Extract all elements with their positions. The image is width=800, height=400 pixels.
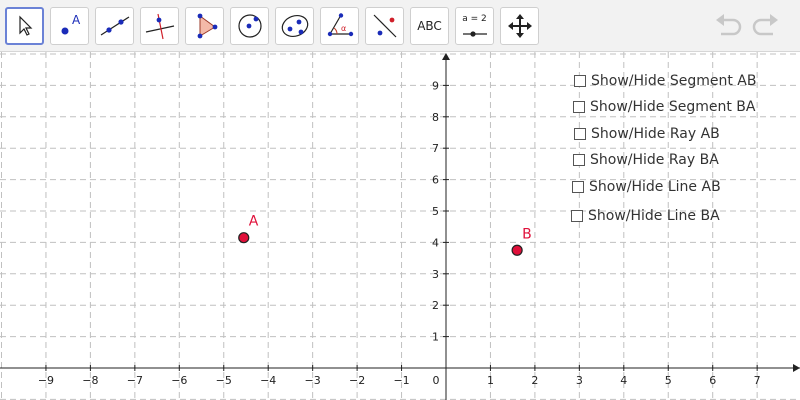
y-tick-label: 7 (432, 142, 439, 155)
point-b[interactable] (511, 244, 523, 256)
slider-icon (462, 31, 487, 37)
reflect-about-line-icon (373, 14, 396, 38)
polygon-tool-button[interactable] (185, 7, 224, 45)
x-tick-label: −5 (216, 374, 232, 387)
perpendicular-line-icon (145, 13, 174, 40)
point-label-a: A (249, 214, 259, 230)
x-axis-arrow (793, 364, 800, 372)
checkbox-label: Show/Hide Line BA (588, 208, 720, 224)
checkbox-row[interactable]: Show/Hide Segment AB (574, 71, 757, 91)
text-icon: ABC (417, 19, 442, 33)
y-tick-label: 3 (432, 268, 439, 281)
move-arrows-icon (507, 14, 532, 38)
checkbox[interactable] (571, 210, 583, 222)
perpendicular-line-tool-button[interactable] (140, 7, 179, 45)
undo-icon (716, 14, 742, 36)
points: AB (238, 214, 532, 256)
y-tick-label: 5 (432, 205, 439, 218)
reflect-tool-button[interactable] (365, 7, 404, 45)
checkbox-row[interactable]: Show/Hide Segment BA (573, 97, 756, 117)
checkbox-row[interactable]: Show/Hide Line AB (572, 177, 721, 197)
y-tick-label: 8 (432, 111, 439, 124)
angle-icon: α (327, 13, 353, 37)
checkbox-row[interactable]: Show/Hide Ray AB (574, 124, 720, 144)
checkbox[interactable] (574, 75, 586, 87)
slider-icon-label: a = 2 (462, 14, 487, 24)
x-tick-label: 3 (576, 374, 583, 387)
slider-tool-button[interactable]: a = 2 (455, 7, 494, 45)
circle-center-point-icon (237, 14, 262, 38)
x-tick-label: −9 (38, 374, 54, 387)
toolbar: A α ABC a = 2 (0, 0, 800, 52)
y-tick-label: 9 (432, 79, 439, 92)
x-tick-label: −3 (305, 374, 321, 387)
checkbox-label: Show/Hide Segment AB (591, 73, 757, 89)
undo-button[interactable] (714, 12, 744, 42)
x-tick-label: −4 (260, 374, 276, 387)
point-label-b: B (522, 226, 532, 242)
x-tick-label: −1 (393, 374, 409, 387)
redo-button[interactable] (750, 12, 780, 42)
angle-icon-alpha: α (341, 24, 346, 33)
arrow-cursor-icon (18, 15, 32, 36)
line-tool-button[interactable] (95, 7, 134, 45)
triangle-icon (197, 13, 217, 39)
x-tick-label: −7 (127, 374, 143, 387)
y-tick-label: 6 (432, 174, 439, 187)
x-tick-label: 4 (620, 374, 627, 387)
checkbox-label: Show/Hide Ray BA (590, 152, 719, 168)
x-tick-label: 2 (531, 374, 538, 387)
point-icon: A (61, 13, 81, 35)
checkbox-row[interactable]: Show/Hide Line BA (571, 206, 720, 226)
y-tick-label: 2 (432, 299, 439, 312)
point-icon-label: A (72, 13, 81, 27)
x-tick-label: 0 (433, 374, 440, 387)
y-tick-label: 1 (432, 331, 439, 344)
checkbox[interactable] (573, 101, 585, 113)
point-a[interactable] (238, 232, 250, 244)
x-tick-label: −8 (82, 374, 98, 387)
x-tick-label: 5 (665, 374, 672, 387)
x-tick-label: −2 (349, 374, 365, 387)
checkbox[interactable] (573, 154, 585, 166)
checkbox-label: Show/Hide Line AB (589, 179, 721, 195)
x-tick-label: −6 (171, 374, 187, 387)
angle-tool-button[interactable]: α (320, 7, 359, 45)
x-tick-label: 6 (709, 374, 716, 387)
line-through-points-icon (100, 16, 129, 36)
checkbox-row[interactable]: Show/Hide Ray BA (573, 150, 719, 170)
move-tool-button[interactable] (5, 7, 44, 45)
checkbox[interactable] (572, 181, 584, 193)
checkbox-label: Show/Hide Ray AB (591, 126, 720, 142)
x-tick-label: 1 (487, 374, 494, 387)
checkbox-label: Show/Hide Segment BA (590, 99, 756, 115)
circle-tool-button[interactable] (230, 7, 269, 45)
move-graphics-view-tool-button[interactable] (500, 7, 539, 45)
y-tick-label: 4 (432, 236, 439, 249)
redo-icon (752, 14, 778, 36)
x-tick-label: 7 (754, 374, 761, 387)
point-tool-button[interactable]: A (50, 7, 89, 45)
checkbox[interactable] (574, 128, 586, 140)
conic-tool-button[interactable] (275, 7, 314, 45)
text-tool-button[interactable]: ABC (410, 7, 449, 45)
ellipse-icon (281, 15, 308, 37)
